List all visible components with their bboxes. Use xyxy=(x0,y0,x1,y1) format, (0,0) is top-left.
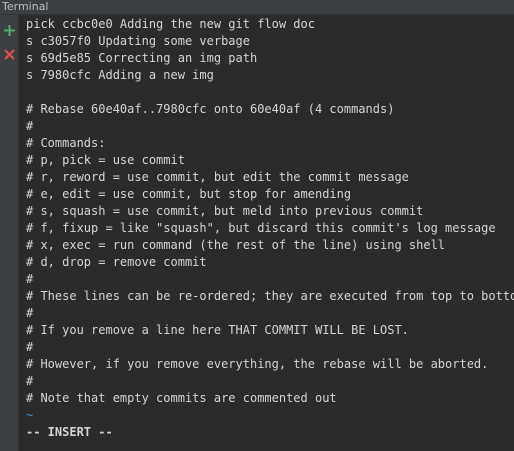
vim-mode-indicator: -- INSERT -- xyxy=(26,425,113,439)
window-title: Terminal xyxy=(2,0,49,13)
terminal-line: # xyxy=(26,340,34,354)
terminal-line: # xyxy=(26,119,34,133)
terminal-line: s 69d5e85 Correcting an img path xyxy=(26,51,258,65)
plus-icon xyxy=(4,25,15,36)
terminal-line: # Note that empty commits are commented … xyxy=(26,391,337,405)
terminal-line: # x, exec = run command (the rest of the… xyxy=(26,238,446,252)
terminal-line: # f, fixup = like "squash", but discard … xyxy=(26,221,496,235)
terminal-line: # xyxy=(26,374,34,388)
terminal-line: # e, edit = use commit, but stop for ame… xyxy=(26,187,352,201)
terminal-line: # However, if you remove everything, the… xyxy=(26,357,489,371)
terminal-line: # Rebase 60e40af..7980cfc onto 60e40af (… xyxy=(26,102,395,116)
terminal-line: # d, drop = remove commit xyxy=(26,255,207,269)
new-session-button[interactable] xyxy=(3,24,16,37)
terminal-line: s c3057f0 Updating some verbage xyxy=(26,34,250,48)
empty-line-marker: ~ xyxy=(26,408,34,422)
terminal-line: pick ccbc0e0 Adding the new git flow doc xyxy=(26,17,315,31)
terminal-output[interactable]: pick ccbc0e0 Adding the new git flow doc… xyxy=(20,15,514,451)
terminal-line: # xyxy=(26,306,34,320)
terminal-line: # These lines can be re-ordered; they ar… xyxy=(26,289,514,303)
terminal-line: # Commands: xyxy=(26,136,106,150)
terminal-line: # If you remove a line here THAT COMMIT … xyxy=(26,323,409,337)
terminal-line: # p, pick = use commit xyxy=(26,153,185,167)
terminal-window: Terminal pick ccbc0e0 Adding the new git… xyxy=(0,0,514,451)
close-icon xyxy=(4,49,15,60)
terminal-line: # s, squash = use commit, but meld into … xyxy=(26,204,424,218)
title-bar: Terminal xyxy=(0,0,514,15)
terminal-line: # xyxy=(26,272,34,286)
close-session-button[interactable] xyxy=(3,48,16,61)
terminal-line: # r, reword = use commit, but edit the c… xyxy=(26,170,409,184)
terminal-line: s 7980cfc Adding a new img xyxy=(26,68,214,82)
terminal-toolbar xyxy=(0,15,19,451)
